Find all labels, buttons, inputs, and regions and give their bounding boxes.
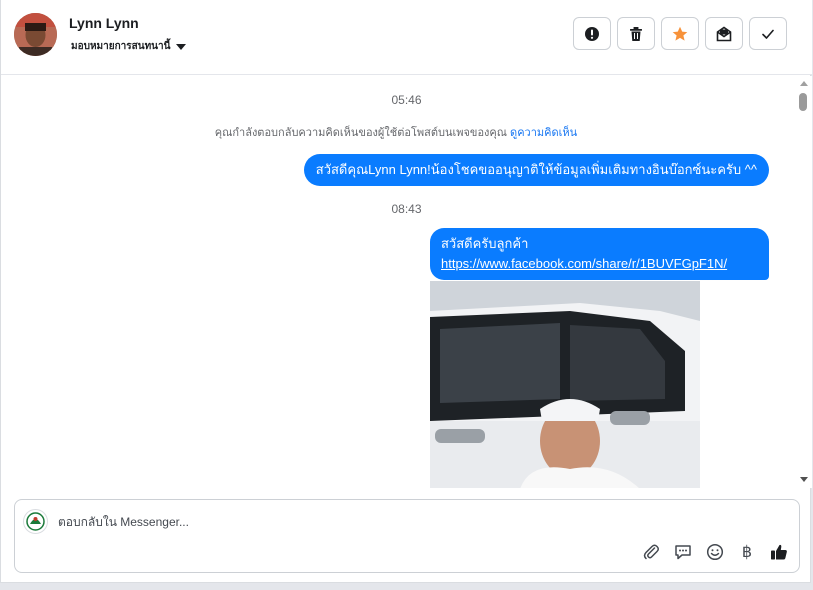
report-button[interactable] [573, 17, 611, 50]
shared-video-thumbnail[interactable] [430, 281, 700, 488]
contact-name[interactable]: Lynn Lynn [69, 15, 139, 31]
speech-bubble-icon [675, 545, 691, 560]
exclamation-icon [585, 26, 599, 41]
composer-tools: ฿ [641, 542, 789, 562]
message-scrollbar[interactable] [798, 78, 810, 488]
paperclip-icon [643, 544, 659, 560]
envelope-icon [716, 26, 732, 41]
delete-button[interactable] [617, 17, 655, 50]
emoji-button[interactable] [705, 542, 725, 562]
comment-reply-notice: คุณกำลังตอบกลับความคิดเห็นของผู้ใช้ต่อโพ… [1, 123, 791, 141]
header-actions [573, 17, 787, 50]
thumbs-up-icon [771, 544, 787, 560]
baht-icon: ฿ [741, 544, 753, 561]
share-link[interactable]: https://www.facebook.com/share/r/1BUVFGp… [441, 254, 759, 274]
notice-text: คุณกำลังตอบกลับความคิดเห็นของผู้ใช้ต่อโพ… [214, 127, 507, 139]
saved-replies-button[interactable] [673, 542, 693, 562]
mark-unread-button[interactable] [705, 17, 743, 50]
check-icon [762, 29, 774, 39]
scrollbar-thumb[interactable] [799, 93, 807, 111]
trash-icon [630, 26, 642, 41]
timestamp: 08:43 [391, 202, 422, 216]
avatar[interactable] [14, 13, 57, 56]
assign-label: มอบหมายการสนทนานี้ [71, 41, 171, 52]
outgoing-message[interactable]: สวัสดีคุณLynn Lynn!น้องโชคขออนุญาติให้ข้… [303, 154, 769, 186]
scroll-down-arrow-icon[interactable] [800, 477, 808, 482]
assign-conversation-dropdown[interactable]: มอบหมายการสนทนานี้ [71, 39, 187, 54]
scroll-up-arrow-icon[interactable] [800, 81, 808, 86]
payment-button[interactable]: ฿ [737, 542, 757, 562]
like-button[interactable] [769, 542, 789, 562]
outgoing-message[interactable]: สวัสดีครับลูกค้า https://www.facebook.co… [430, 228, 769, 280]
chevron-down-icon [176, 43, 187, 50]
star-icon [672, 26, 688, 41]
reply-input[interactable] [58, 512, 658, 532]
mark-done-button[interactable] [749, 17, 787, 50]
conversation-header: Lynn Lynn มอบหมายการสนทนานี้ [1, 0, 812, 75]
reply-composer: ฿ [14, 499, 800, 573]
conversation-panel: Lynn Lynn มอบหมายการสนทนานี้ 05:46 คุณกำ… [0, 0, 812, 583]
timestamp: 05:46 [391, 93, 422, 107]
message-text: สวัสดีครับลูกค้า [441, 236, 529, 251]
emoji-icon [706, 543, 724, 561]
message-list[interactable]: 05:46 คุณกำลังตอบกลับความคิดเห็นของผู้ใช… [1, 76, 812, 488]
attach-button[interactable] [641, 542, 661, 562]
view-comment-link[interactable]: ดูความคิดเห็น [510, 127, 577, 139]
page-logo [23, 509, 48, 534]
star-button[interactable] [661, 17, 699, 50]
